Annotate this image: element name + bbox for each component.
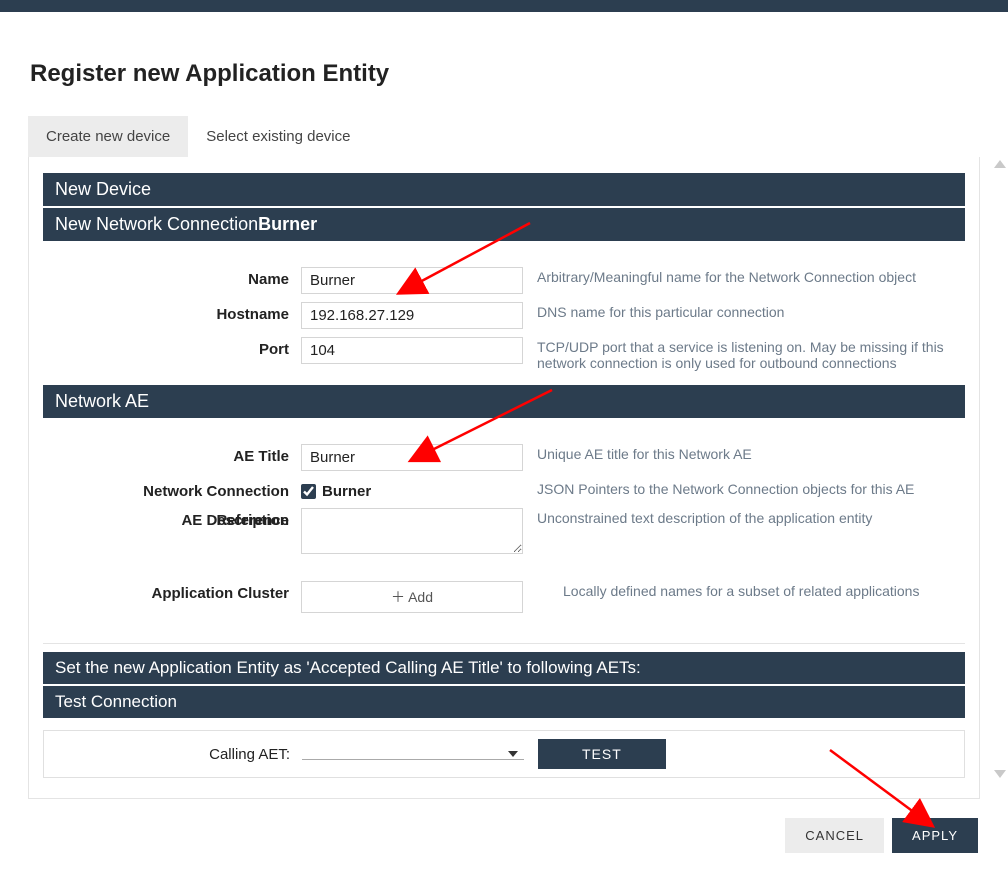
page-title: Register new Application Entity (30, 60, 980, 88)
tab-select-existing-device[interactable]: Select existing device (188, 116, 368, 157)
apply-button[interactable]: APPLY (892, 818, 978, 853)
label-hostname: Hostname (43, 302, 301, 323)
tab-create-new-device[interactable]: Create new device (28, 116, 188, 157)
help-ae-title: Unique AE title for this Network AE (523, 444, 965, 462)
section-accepted-calling: Set the new Application Entity as 'Accep… (43, 652, 965, 684)
label-ae-description: AE Description Reference (43, 508, 301, 529)
section-nnc-prefix: New Network Connection (55, 214, 258, 234)
add-label: Add (408, 589, 433, 605)
help-hostname: DNS name for this particular connection (523, 302, 965, 320)
plus-icon: ＋ (391, 589, 405, 605)
scroll-down-icon[interactable] (994, 770, 1006, 778)
checkbox-burner[interactable] (301, 484, 316, 499)
label-port: Port (43, 337, 301, 358)
scroll-up-icon[interactable] (994, 160, 1006, 168)
help-application-cluster: Locally defined names for a subset of re… (523, 581, 965, 599)
input-port[interactable] (301, 337, 523, 364)
input-hostname[interactable] (301, 302, 523, 329)
checkbox-label-burner: Burner (322, 483, 371, 500)
input-name[interactable] (301, 267, 523, 294)
help-name: Arbitrary/Meaningful name for the Networ… (523, 267, 965, 285)
cancel-button[interactable]: CANCEL (785, 818, 884, 853)
help-port: TCP/UDP port that a service is listening… (523, 337, 965, 371)
chevron-down-icon (508, 751, 518, 757)
label-name: Name (43, 267, 301, 288)
add-application-cluster-button[interactable]: ＋ Add (301, 581, 523, 613)
section-test-connection: Test Connection (43, 686, 965, 718)
label-calling-aet: Calling AET: (44, 746, 302, 763)
section-nnc-name: Burner (258, 214, 317, 234)
top-app-bar (0, 0, 1008, 12)
label-application-cluster: Application Cluster (43, 581, 301, 602)
divider (43, 643, 965, 644)
test-button[interactable]: TEST (538, 739, 666, 769)
label-network-connection: Network Connection (43, 479, 301, 500)
tabs: Create new device Select existing device (28, 116, 980, 157)
help-network-connection: JSON Pointers to the Network Connection … (523, 479, 965, 497)
help-ae-description: Unconstrained text description of the ap… (523, 508, 965, 526)
form-panel: New Device New Network ConnectionBurner … (28, 157, 980, 799)
textarea-ae-description[interactable] (301, 508, 523, 554)
checkbox-row-burner[interactable]: Burner (301, 479, 523, 500)
section-new-device: New Device (43, 173, 965, 206)
select-calling-aet[interactable] (302, 749, 524, 760)
test-connection-row: Calling AET: TEST (43, 730, 965, 778)
section-network-ae: Network AE (43, 385, 965, 418)
label-ae-desc-overlay: Reference (216, 512, 289, 529)
input-ae-title[interactable] (301, 444, 523, 471)
label-ae-title: AE Title (43, 444, 301, 465)
section-new-network-connection: New Network ConnectionBurner (43, 208, 965, 241)
footer-buttons: CANCEL APPLY (785, 818, 978, 853)
